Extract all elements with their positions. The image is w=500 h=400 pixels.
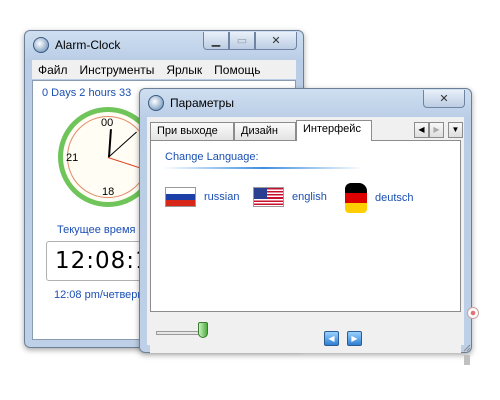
close-icon: ✕ xyxy=(439,93,449,105)
previous-button[interactable]: ◀ xyxy=(324,331,339,346)
language-label: english xyxy=(292,191,327,203)
maximize-button[interactable]: ▭ xyxy=(229,32,255,50)
language-option-english[interactable]: english xyxy=(253,186,327,208)
settings-bottom-bar: ◀ ▶ xyxy=(150,313,461,353)
alarm-clock-titlebar[interactable]: Alarm-Clock ▁ ▭ ✕ xyxy=(25,31,303,59)
menu-bar: Файл Инструменты Ярлык Помощь xyxy=(32,60,296,79)
language-label: russian xyxy=(204,191,240,203)
minimize-button[interactable]: ▁ xyxy=(203,32,229,50)
tab-on-exit[interactable]: При выходе xyxy=(150,122,234,140)
arrow-right-icon: ▶ xyxy=(351,334,358,343)
next-button[interactable]: ▶ xyxy=(347,331,362,346)
app-icon xyxy=(33,37,49,53)
language-divider xyxy=(163,167,363,169)
language-option-deutsch[interactable]: deutsch xyxy=(345,181,414,215)
tab-strip: При выходе Дизайн Интерфейс ◀ ▶ ▼ xyxy=(150,120,464,141)
ru-flag-icon xyxy=(165,187,196,207)
tab-dropdown-button[interactable]: ▼ xyxy=(448,122,463,138)
tab-interface[interactable]: Интерфейс xyxy=(296,120,372,141)
close-icon: ✕ xyxy=(271,35,281,47)
resize-grip-icon[interactable] xyxy=(461,342,471,352)
language-option-russian[interactable]: russian xyxy=(165,186,239,208)
uptime-text: 0 Days 2 hours 33 xyxy=(42,87,132,99)
tab-scroll-left-button[interactable]: ◀ xyxy=(414,122,429,138)
settings-app-icon xyxy=(148,95,164,111)
clock-number-6: 18 xyxy=(102,186,115,198)
date-line: 12:08 pm/четверг xyxy=(54,289,142,301)
clock-number-9: 21 xyxy=(66,152,79,164)
tab-design[interactable]: Дизайн xyxy=(234,122,296,140)
minimize-icon: ▁ xyxy=(211,35,221,47)
maximize-icon: ▭ xyxy=(236,35,248,47)
settings-close-button[interactable]: ✕ xyxy=(423,90,465,108)
settings-title: Параметры xyxy=(170,96,234,110)
pin-icon[interactable] xyxy=(467,307,479,319)
language-label: deutsch xyxy=(375,192,414,204)
current-time-label: Текущее время xyxy=(57,224,136,236)
caption-buttons: ▁ ▭ ✕ xyxy=(203,32,297,50)
close-button[interactable]: ✕ xyxy=(255,32,297,50)
opacity-slider-thumb[interactable] xyxy=(198,322,208,338)
menu-file[interactable]: Файл xyxy=(38,63,68,77)
de-flag-icon xyxy=(345,183,367,213)
interface-tab-page: Change Language: russian english deutsch xyxy=(150,140,461,312)
drag-handle-icon[interactable] xyxy=(464,355,470,365)
menu-shortcut[interactable]: Ярлык xyxy=(166,63,202,77)
settings-caption-buttons: ✕ xyxy=(423,90,465,108)
us-flag-icon xyxy=(253,187,284,207)
menu-tools[interactable]: Инструменты xyxy=(80,63,155,77)
clock-number-12: 00 xyxy=(101,117,114,129)
settings-client-area: При выходе Дизайн Интерфейс ◀ ▶ ▼ Change… xyxy=(147,117,464,353)
arrow-left-icon: ◀ xyxy=(328,334,335,343)
opacity-slider-track[interactable] xyxy=(156,331,204,335)
change-language-label: Change Language: xyxy=(165,151,259,163)
menu-help[interactable]: Помощь xyxy=(214,63,260,77)
window-title: Alarm-Clock xyxy=(55,38,121,52)
settings-window: Параметры ✕ При выходе Дизайн Интерфейс … xyxy=(139,88,472,353)
tab-scroll-right-button[interactable]: ▶ xyxy=(429,122,444,138)
settings-titlebar[interactable]: Параметры ✕ xyxy=(140,89,471,117)
